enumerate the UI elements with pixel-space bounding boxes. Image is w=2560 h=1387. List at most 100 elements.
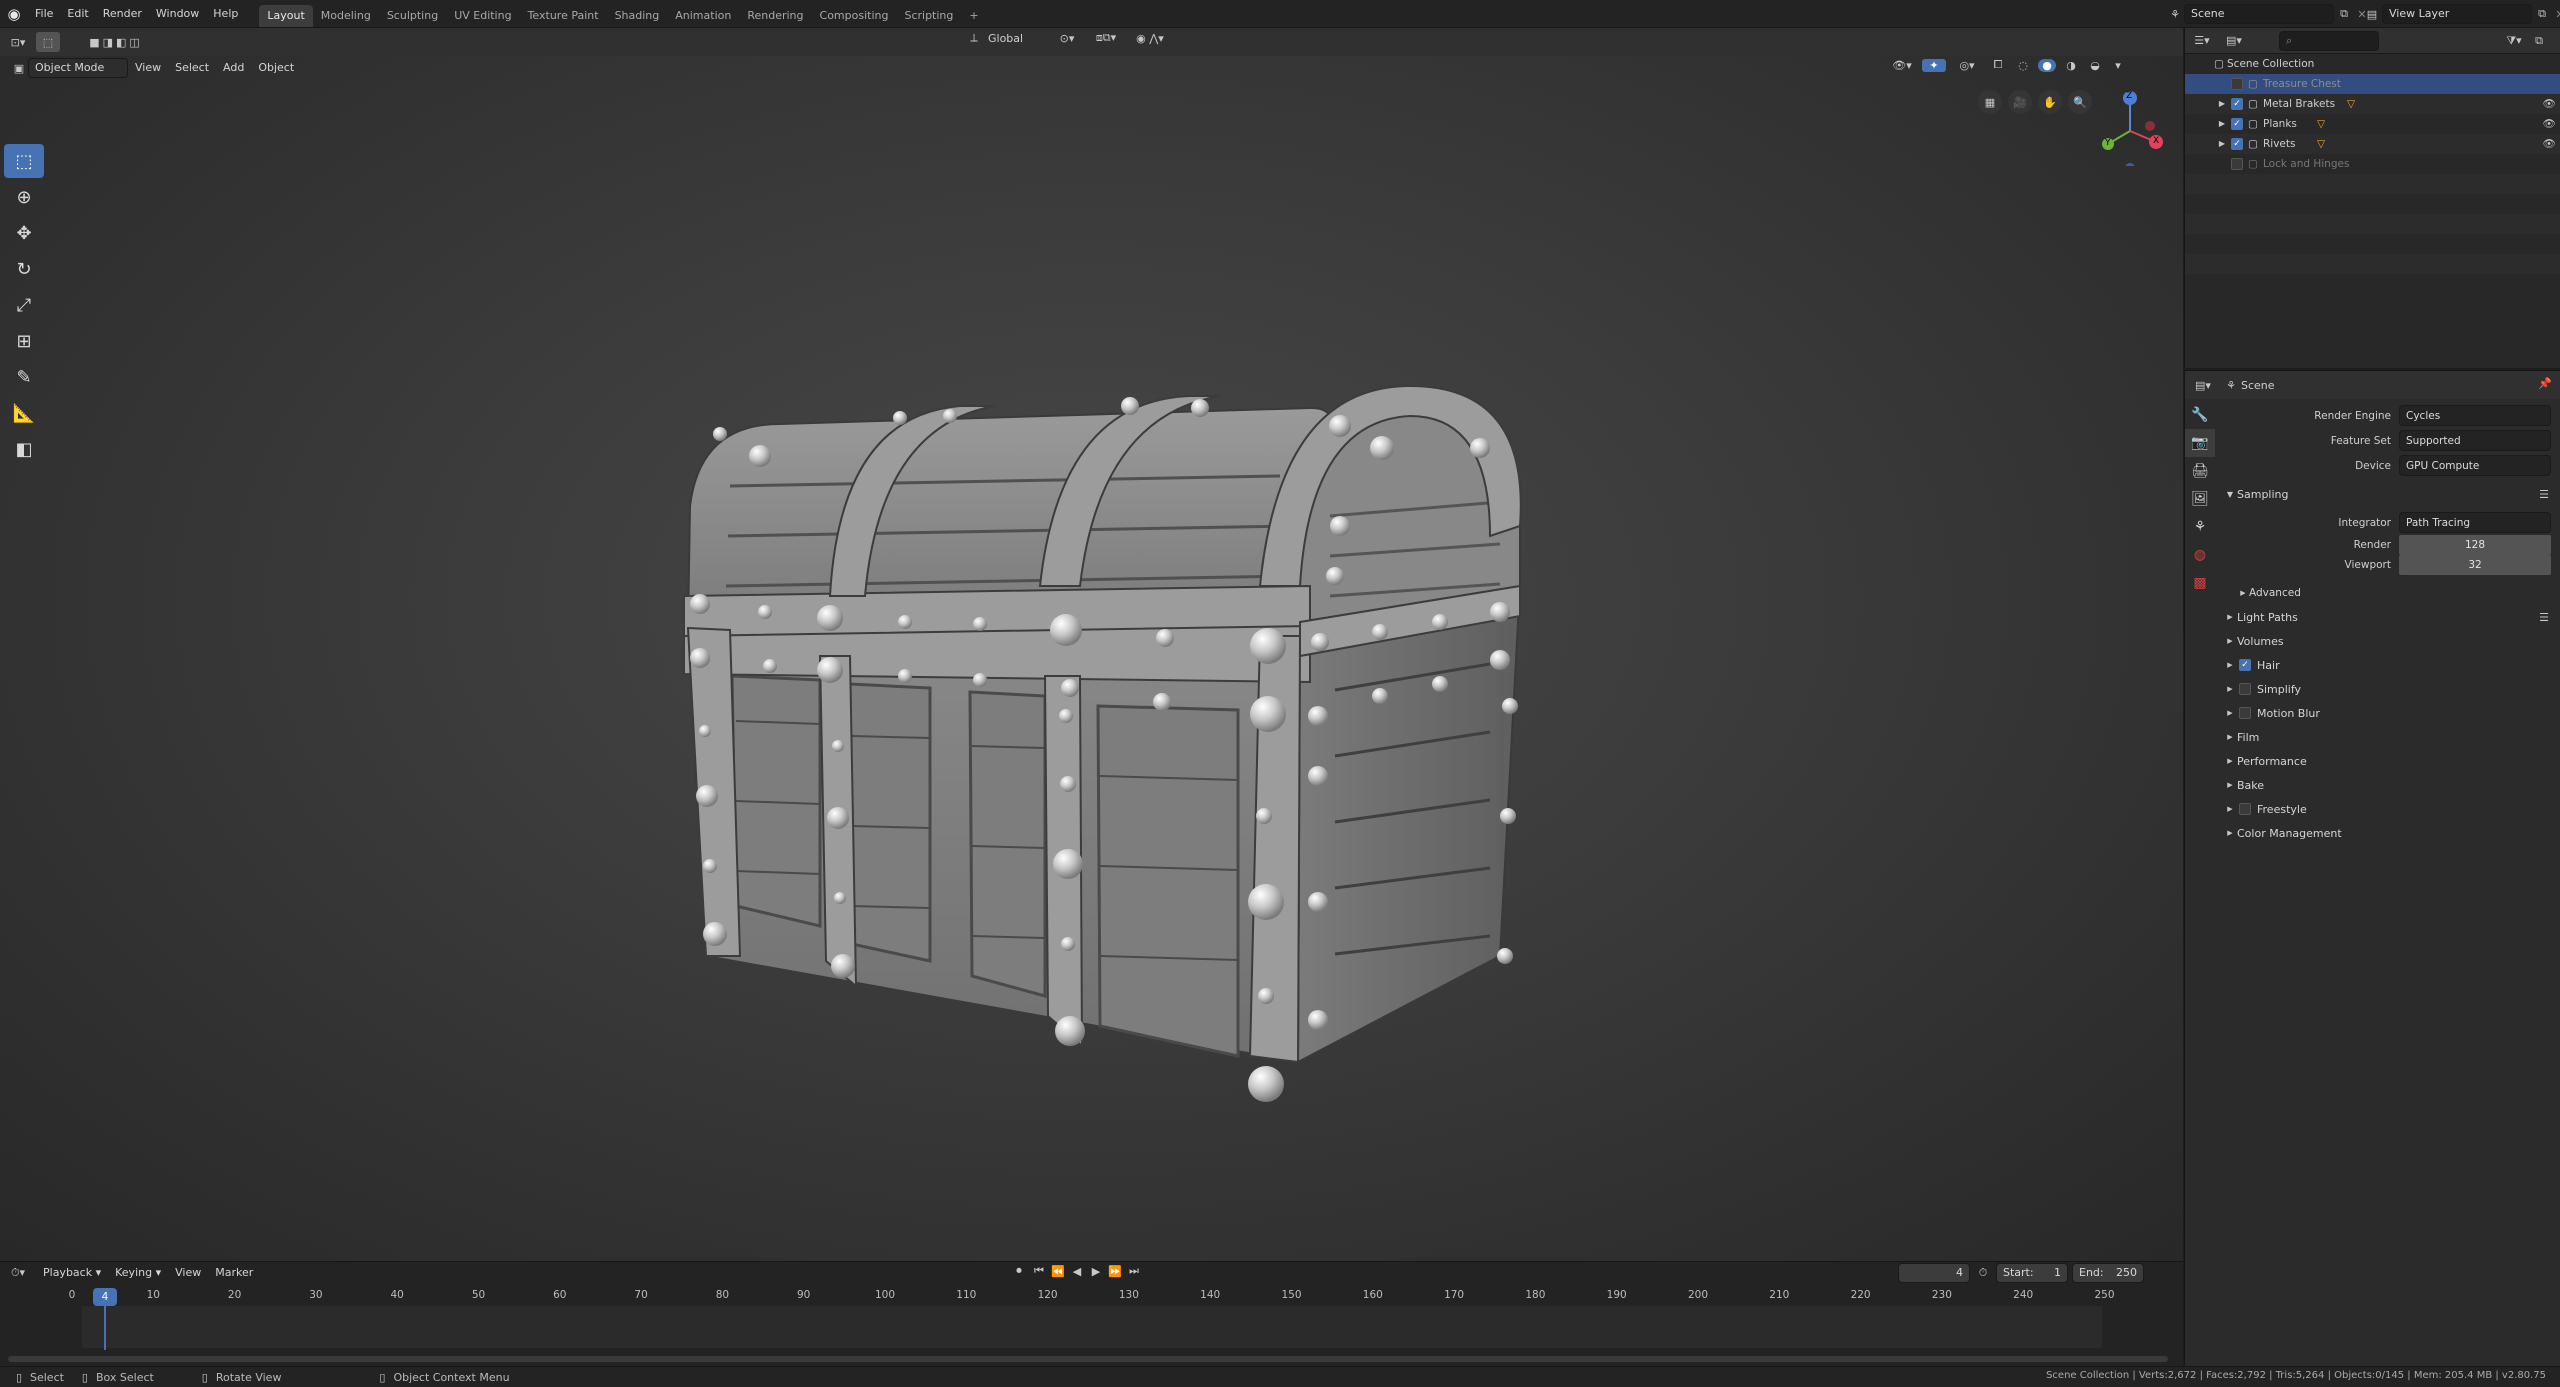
render-engine-dropdown[interactable]: Cycles — [2399, 405, 2551, 426]
orientation-dropdown[interactable]: Global — [988, 32, 1048, 45]
timeline-menu-view[interactable]: View — [168, 1262, 208, 1284]
start-frame-field[interactable]: Start: 1 — [1996, 1263, 2068, 1283]
menu-help[interactable]: Help — [206, 0, 245, 28]
output-tab-icon[interactable]: 🖨 — [2185, 457, 2215, 485]
copy-scene-icon[interactable]: ⧉ — [2334, 7, 2354, 21]
move-tool-button[interactable]: ✥ — [4, 216, 44, 250]
gizmo-toggle-icon[interactable]: ✦ — [1922, 58, 1946, 72]
pan-view-icon[interactable]: ✋ — [2038, 90, 2062, 114]
tab-rendering[interactable]: Rendering — [739, 5, 811, 27]
viewport-menu-select[interactable]: Select — [168, 54, 216, 82]
navigation-gizmo[interactable]: Z X Y — [2090, 86, 2170, 173]
scene-tab-icon[interactable]: ⚘ — [2185, 513, 2215, 541]
timeline-scrollbar[interactable] — [8, 1356, 2168, 1362]
menu-window[interactable]: Window — [149, 0, 206, 28]
timeline-menu-marker[interactable]: Marker — [208, 1262, 260, 1284]
overlays-toggle-icon[interactable]: ◎▾ — [1952, 59, 1982, 72]
timeline-menu-playback[interactable]: Playback ▾ — [36, 1262, 108, 1284]
tab-scripting[interactable]: Scripting — [896, 5, 961, 27]
device-dropdown[interactable]: GPU Compute — [2399, 455, 2551, 476]
panel-header-hair[interactable]: ▶ ✓ Hair — [2219, 653, 2560, 677]
object-mode-dropdown[interactable]: Object Mode — [28, 58, 128, 78]
world-tab-icon[interactable]: ◍ — [2185, 541, 2215, 569]
tab-animation[interactable]: Animation — [667, 5, 739, 27]
annotate-tool-button[interactable]: ✎ — [4, 360, 44, 394]
panel-header-motion-blur[interactable]: ▶ Motion Blur — [2219, 701, 2560, 725]
pin-icon[interactable]: 📌 — [2538, 377, 2552, 390]
outliner-search-input[interactable]: ⌕ — [2279, 30, 2379, 51]
play-icon[interactable]: ▶ — [1088, 1265, 1104, 1278]
panel-header-film[interactable]: ▶ Film — [2219, 725, 2560, 749]
proportional-edit-icon[interactable]: ◉ ⋀▾ — [1130, 32, 1170, 45]
transform-tool-button[interactable]: ⊞ — [4, 324, 44, 358]
menu-edit[interactable]: Edit — [60, 0, 95, 28]
expand-arrow-icon[interactable]: ▶ — [2213, 134, 2231, 154]
exclude-checkbox[interactable]: ✓ — [2231, 138, 2243, 150]
playhead-line[interactable] — [104, 1300, 106, 1350]
tab-sculpting[interactable]: Sculpting — [379, 5, 446, 27]
display-mode-icon[interactable]: ▤▾ — [2219, 34, 2249, 47]
tab-shading[interactable]: Shading — [607, 5, 668, 27]
outliner-item-rivets[interactable]: ▶ ✓ ▢ Rivets ▽ 👁 — [2185, 134, 2560, 154]
select-tool-button[interactable]: ⬚ — [4, 144, 44, 178]
measure-tool-button[interactable]: 📐 — [4, 396, 44, 430]
filter-icon[interactable]: ⧩▾ — [2499, 34, 2529, 48]
add-cube-tool-button[interactable]: ◧ — [4, 432, 44, 466]
tab-layout[interactable]: Layout — [259, 4, 313, 27]
tab-compositing[interactable]: Compositing — [812, 5, 897, 27]
play-reverse-icon[interactable]: ◀ — [1069, 1265, 1085, 1278]
view-layer-field[interactable]: View Layer — [2382, 4, 2532, 24]
jump-end-icon[interactable]: ⏭ — [1126, 1264, 1142, 1278]
copy-view-layer-icon[interactable]: ⧉ — [2532, 7, 2552, 21]
delete-view-layer-icon[interactable]: ✕ — [2552, 8, 2560, 21]
panel-header-performance[interactable]: ▶ Performance — [2219, 749, 2560, 773]
view-layer-tab-icon[interactable]: 🖼 — [2185, 485, 2215, 513]
next-keyframe-icon[interactable]: ⏩ — [1107, 1265, 1123, 1278]
new-collection-icon[interactable]: ⧉ — [2529, 34, 2549, 48]
exclude-checkbox[interactable] — [2231, 78, 2243, 90]
integrator-dropdown[interactable]: Path Tracing — [2399, 512, 2551, 533]
snap-icon[interactable]: ⧈⧉▾ — [1086, 31, 1126, 45]
pivot-icon[interactable]: ⊙▾ — [1052, 32, 1082, 45]
tab-modeling[interactable]: Modeling — [313, 5, 379, 27]
current-frame-field[interactable]: 4 — [1898, 1263, 1970, 1283]
panel-header-freestyle[interactable]: ▶ Freestyle — [2219, 797, 2560, 821]
3d-viewport[interactable]: ⬚ ⊕ ✥ ↻ ⤢ ⊞ ✎ 📐 ◧ Z X Y ▦ 🎥 ✋ 🔍 — [0, 56, 2183, 1261]
panel-header-bake[interactable]: ▶ Bake — [2219, 773, 2560, 797]
expand-arrow-icon[interactable]: ▶ — [2213, 94, 2231, 114]
presets-icon[interactable]: ☰ — [2539, 488, 2549, 501]
panel-enable-checkbox[interactable] — [2239, 683, 2251, 695]
panel-enable-checkbox[interactable]: ✓ — [2239, 659, 2251, 671]
end-frame-field[interactable]: End: 250 — [2072, 1263, 2144, 1283]
render-samples-field[interactable]: 128 — [2399, 535, 2551, 555]
tool-tab-icon[interactable]: 🔧 — [2185, 401, 2215, 429]
camera-view-icon[interactable]: 🎥 — [2008, 90, 2032, 114]
solid-shading-icon[interactable]: ● — [2038, 58, 2056, 72]
exclude-checkbox[interactable]: ✓ — [2231, 118, 2243, 130]
orientation-icon[interactable]: ⟂ — [964, 31, 984, 45]
viewport-samples-field[interactable]: 32 — [2399, 555, 2551, 575]
timeline-track-area[interactable] — [82, 1306, 2102, 1348]
wireframe-shading-icon[interactable]: ◌ — [2014, 59, 2032, 72]
tab-texture-paint[interactable]: Texture Paint — [520, 5, 607, 27]
view-layer-icon[interactable]: ▤ — [2362, 8, 2382, 21]
scale-tool-button[interactable]: ⤢ — [4, 288, 44, 322]
menu-render[interactable]: Render — [96, 0, 149, 28]
eye-icon[interactable]: 👁 — [2543, 134, 2556, 154]
panel-header-color-management[interactable]: ▶ Color Management — [2219, 821, 2560, 845]
panel-header-light-paths[interactable]: ▶ Light Paths ☰ — [2219, 605, 2560, 629]
outliner-root[interactable]: ▢ Scene Collection — [2185, 54, 2560, 74]
record-icon[interactable]: ⏺ — [1010, 1264, 1028, 1278]
panel-enable-checkbox[interactable] — [2239, 707, 2251, 719]
tab-uv-editing[interactable]: UV Editing — [446, 5, 519, 27]
frame-ruler[interactable]: 0 10 20 30 40 50 60 70 80 90 100 110 120 130 140 150 160… — [0, 1286, 2183, 1306]
rotate-tool-button[interactable]: ↻ — [4, 252, 44, 286]
render-tab-icon[interactable]: 📷 — [2185, 429, 2215, 457]
preview-range-icon[interactable]: ⏱ — [1974, 1266, 1992, 1280]
shading-options-icon[interactable]: ▾ — [2110, 59, 2126, 72]
panel-header-simplify[interactable]: ▶ Simplify — [2219, 677, 2560, 701]
sampling-panel-header[interactable]: ▼ Sampling ☰ — [2219, 482, 2560, 506]
texture-tab-icon[interactable]: ▩ — [2185, 569, 2215, 597]
exclude-checkbox[interactable] — [2231, 158, 2243, 170]
exclude-checkbox[interactable]: ✓ — [2231, 98, 2243, 110]
